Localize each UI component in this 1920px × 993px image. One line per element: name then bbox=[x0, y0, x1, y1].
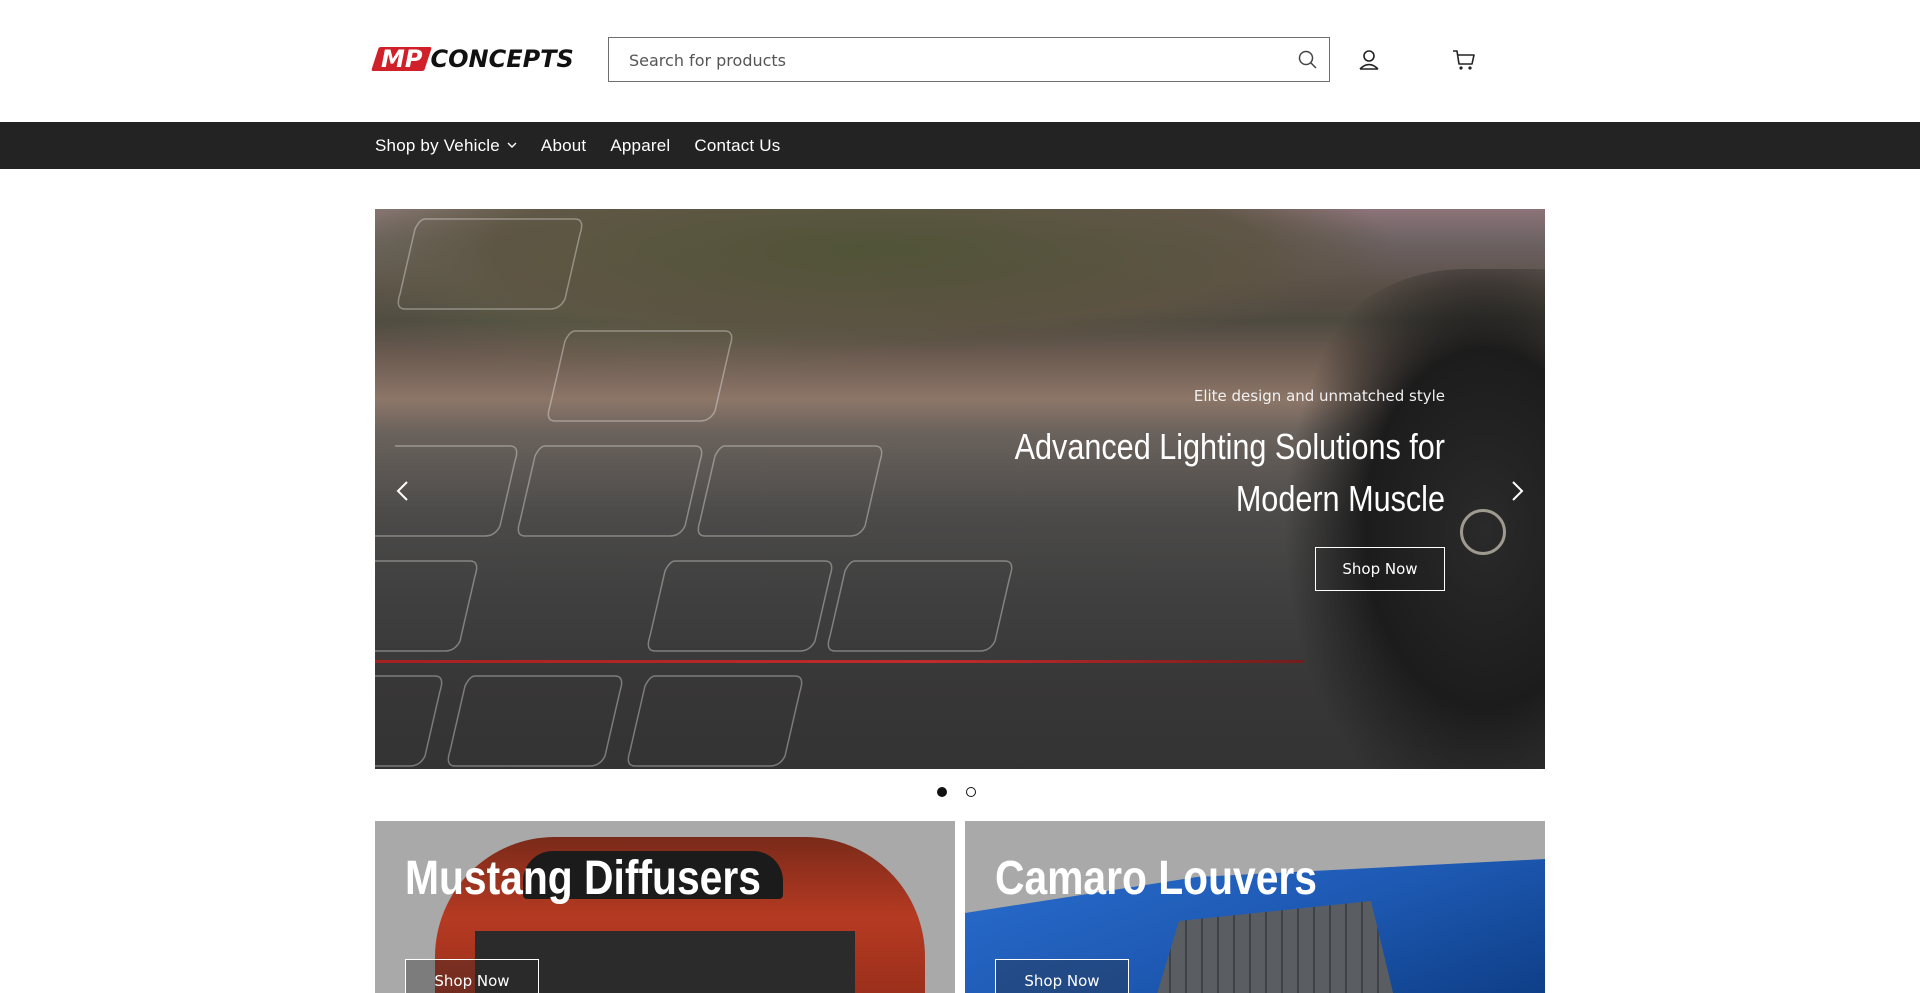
chevron-down-icon bbox=[507, 142, 517, 148]
collection-card-mustang-diffusers[interactable]: Mustang Diffusers Shop Now bbox=[375, 821, 955, 993]
cart-icon[interactable] bbox=[1450, 46, 1478, 74]
card-title: Camaro Louvers bbox=[995, 852, 1317, 905]
site-logo[interactable]: MP CONCEPTS bbox=[371, 45, 574, 73]
logo-mark: MP bbox=[371, 45, 433, 73]
nav-item-apparel[interactable]: Apparel bbox=[610, 136, 670, 156]
search-bar bbox=[608, 37, 1330, 83]
nav-item-label: Apparel bbox=[610, 135, 671, 155]
hero-shop-now-button[interactable]: Shop Now bbox=[1315, 547, 1445, 591]
chevron-left-icon[interactable] bbox=[393, 479, 413, 503]
collection-card-camaro-louvers[interactable]: Camaro Louvers Shop Now bbox=[965, 821, 1545, 993]
account-icon[interactable] bbox=[1355, 46, 1383, 74]
main-nav: Shop by Vehicle About Apparel Contact Us bbox=[0, 122, 1920, 169]
nav-item-contact-us[interactable]: Contact Us bbox=[694, 136, 780, 156]
hero-title: Advanced Lighting Solutions for Modern M… bbox=[1014, 426, 1445, 519]
card-title: Mustang Diffusers bbox=[405, 852, 761, 905]
card-shop-now-button[interactable]: Shop Now bbox=[995, 959, 1129, 993]
search-input[interactable] bbox=[627, 38, 1271, 83]
nav-item-label: About bbox=[540, 135, 587, 155]
hero-text-block: Elite design and unmatched style Advance… bbox=[925, 387, 1445, 525]
slide-pagination bbox=[937, 787, 976, 797]
slide-dot-1[interactable] bbox=[937, 787, 947, 797]
search-icon[interactable] bbox=[1297, 49, 1319, 71]
slide-dot-2[interactable] bbox=[966, 787, 976, 797]
hero-subtitle: Elite design and unmatched style bbox=[1193, 387, 1445, 405]
site-header: MP CONCEPTS bbox=[0, 0, 1920, 122]
nav-item-label: Shop by Vehicle bbox=[375, 135, 500, 155]
hero-car-headlight bbox=[1460, 509, 1506, 555]
card-shop-now-button[interactable]: Shop Now bbox=[405, 959, 539, 993]
logo-wordmark: CONCEPTS bbox=[430, 45, 574, 73]
nav-item-shop-by-vehicle[interactable]: Shop by Vehicle bbox=[375, 136, 517, 156]
hero-accent-line bbox=[375, 660, 1303, 663]
nav-item-label: Contact Us bbox=[694, 135, 781, 155]
chevron-right-icon[interactable] bbox=[1507, 479, 1527, 503]
nav-item-about[interactable]: About bbox=[541, 136, 586, 156]
hero-slideshow: Elite design and unmatched style Advance… bbox=[375, 209, 1545, 769]
